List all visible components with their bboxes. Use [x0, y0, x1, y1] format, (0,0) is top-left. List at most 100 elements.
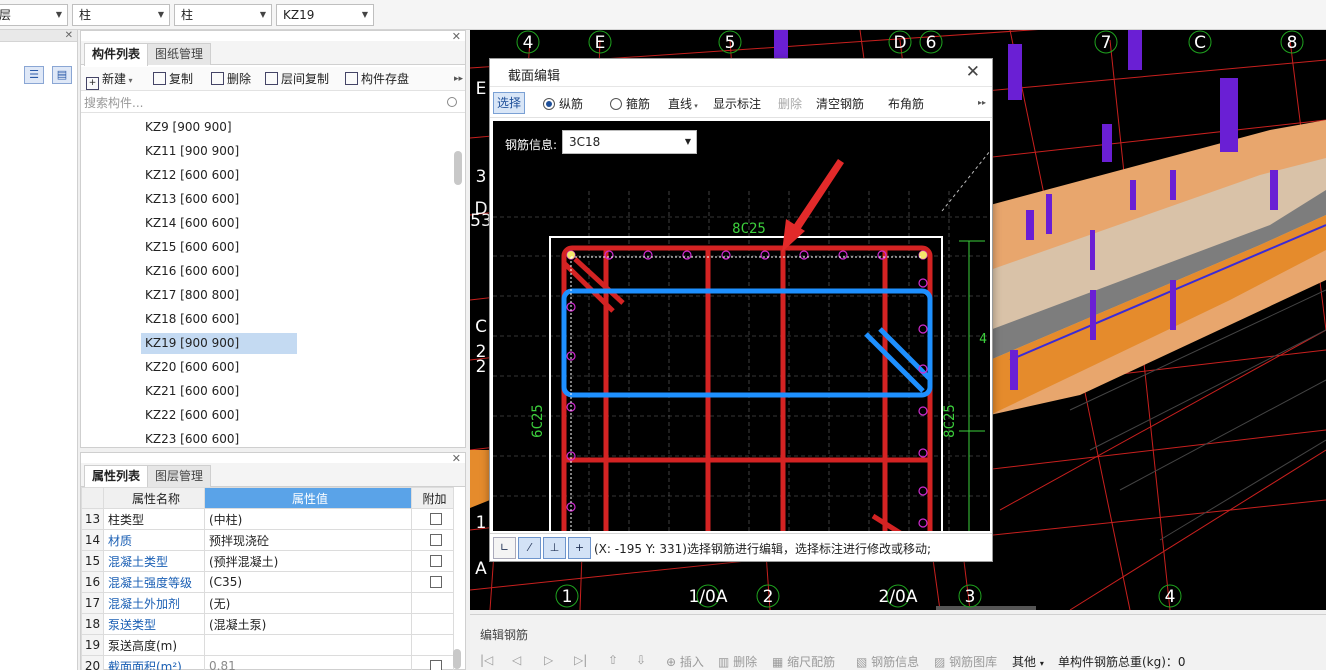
top-annotation[interactable]: 8C25 — [732, 221, 766, 237]
clear-rebar-button[interactable]: 清空钢筋 — [816, 95, 864, 112]
header-extra: 附加 — [411, 487, 454, 509]
component-list-item[interactable]: KZ16 [600 600] — [141, 261, 297, 282]
property-value[interactable]: (混凝土泵) — [204, 613, 412, 635]
tab-component-list[interactable]: 构件列表 — [84, 43, 149, 66]
property-row[interactable]: 15 混凝土类型 (预拌混凝土) — [81, 550, 454, 572]
edit-rebar-panel: 编辑钢筋 |◁ ◁ ▷ ▷| ⇧ ⇩ ⊕ 插入 ▥ 删除 ▦ 缩尺配筋 ▧ 钢筋… — [470, 614, 1326, 670]
perpendicular-icon[interactable]: ⊥ — [543, 537, 566, 559]
rebar-info-button[interactable]: ▧ 钢筋信息 — [856, 653, 919, 670]
tab-layer-management[interactable]: 图层管理 — [147, 465, 212, 487]
right-annotation[interactable]: 8C25 — [942, 404, 958, 438]
last-icon[interactable]: ▷| — [574, 653, 587, 667]
property-scrollbar[interactable] — [453, 649, 461, 669]
header-value: 属性值 — [204, 487, 412, 509]
polar-line-icon[interactable]: ⁄ — [518, 537, 541, 559]
prev-icon[interactable]: ◁ — [512, 653, 521, 667]
first-icon[interactable]: |◁ — [480, 653, 493, 667]
property-row[interactable]: 17 混凝土外加剂 (无) — [81, 592, 454, 614]
save-component-button[interactable]: 构件存盘 — [345, 70, 409, 88]
section-canvas[interactable]: 钢筋信息: 3C18 ▼ 8C25 6C25 8C25 4 — [493, 121, 990, 531]
component-list-item[interactable]: KZ9 [900 900] — [141, 117, 297, 138]
insert-button[interactable]: ⊕ 插入 — [666, 653, 704, 670]
close-icon[interactable]: ✕ — [65, 30, 73, 42]
orthogonal-icon[interactable]: ∟ — [493, 537, 516, 559]
more-icon[interactable]: ▸▸ — [454, 70, 463, 88]
bottom-axis-label: 1 — [562, 587, 573, 607]
wall-segment — [470, 450, 490, 508]
dialog-titlebar: 截面编辑 ✕ — [490, 59, 992, 87]
property-row-num: 19 — [81, 634, 104, 656]
component-tabs: 构件列表 图纸管理 — [81, 41, 465, 66]
tab-property-list[interactable]: 属性列表 — [84, 465, 149, 488]
detail-view-icon[interactable]: ▤ — [52, 66, 72, 84]
floor-combo[interactable]: 层 ▼ — [0, 4, 68, 26]
dialog-toolbar: 选择 纵筋 箍筋 直线 ▾ 显示标注 删除 清空钢筋 布角筋 ▸▸ — [490, 88, 992, 118]
property-row[interactable]: 18 泵送类型 (混凝土泵) — [81, 613, 454, 635]
delete-button[interactable]: 删除 — [211, 70, 251, 88]
line-dropdown[interactable]: 直线 ▾ — [668, 95, 698, 112]
property-row[interactable]: 13 柱类型 (中柱) — [81, 508, 454, 530]
property-row-num: 18 — [81, 613, 104, 635]
scale-rebar-button[interactable]: ▦ 缩尺配筋 — [772, 653, 835, 670]
corner-rebar-button[interactable]: 布角筋 — [888, 95, 924, 112]
component-list-item[interactable]: KZ18 [600 600] — [141, 309, 297, 330]
property-value[interactable]: (无) — [204, 592, 412, 614]
next-icon[interactable]: ▷ — [544, 653, 553, 667]
move-up-icon[interactable]: ⇧ — [608, 653, 618, 667]
delete-button[interactable]: 删除 — [778, 95, 802, 112]
show-annotation-button[interactable]: 显示标注 — [713, 95, 761, 112]
property-row[interactable]: 20 截面面积(m²) 0.81 — [81, 655, 454, 670]
tab-drawing-management[interactable]: 图纸管理 — [147, 43, 212, 65]
property-row[interactable]: 19 泵送高度(m) — [81, 634, 454, 656]
property-value[interactable]: 0.81 — [204, 655, 412, 670]
component-list-item[interactable]: KZ13 [600 600] — [141, 189, 297, 210]
property-value[interactable]: (预拌混凝土) — [204, 550, 412, 572]
property-name: 混凝土类型 — [103, 550, 205, 572]
search-icon — [447, 97, 457, 107]
checkbox[interactable] — [430, 513, 442, 525]
rebar-library-button[interactable]: ▨ 钢筋图库 — [934, 653, 997, 670]
longitudinal-radio[interactable]: 纵筋 — [543, 95, 583, 112]
property-value[interactable] — [204, 634, 412, 656]
move-down-icon[interactable]: ⇩ — [636, 653, 646, 667]
left-annotation[interactable]: 6C25 — [530, 404, 546, 438]
list-scrollbar[interactable] — [454, 151, 462, 185]
viewport-scrollbar[interactable] — [936, 606, 1036, 610]
layer-copy-button[interactable]: 层间复制 — [265, 70, 329, 88]
copy-button[interactable]: 复制 — [153, 70, 193, 88]
checkbox[interactable] — [430, 660, 442, 670]
component-list-item[interactable]: KZ17 [800 800] — [141, 285, 297, 306]
property-row[interactable]: 14 材质 预拌现浇砼 — [81, 529, 454, 551]
property-row[interactable]: 16 混凝土强度等级 (C35) — [81, 571, 454, 593]
checkbox[interactable] — [430, 534, 442, 546]
component-list-item[interactable]: KZ15 [600 600] — [141, 237, 297, 258]
component-list-item[interactable]: KZ11 [900 900] — [141, 141, 297, 162]
category-combo[interactable]: 柱 ▼ — [72, 4, 170, 26]
property-value[interactable]: (中柱) — [204, 508, 412, 530]
list-view-icon[interactable]: ☰ — [24, 66, 44, 84]
checkbox[interactable] — [430, 555, 442, 567]
component-list-item[interactable]: KZ20 [600 600] — [141, 357, 297, 378]
other-menu[interactable]: 其他 ▾ — [1012, 653, 1044, 670]
component-list-item[interactable]: KZ19 [900 900] — [141, 333, 297, 354]
component-list-item[interactable]: KZ21 [600 600] — [141, 381, 297, 402]
select-button[interactable]: 选择 — [493, 92, 526, 114]
delete-rebar-button[interactable]: ▥ 删除 — [718, 653, 757, 670]
component-list-item[interactable]: KZ14 [600 600] — [141, 213, 297, 234]
component-list-item[interactable]: KZ12 [600 600] — [141, 165, 297, 186]
snap-icon[interactable]: + — [568, 537, 591, 559]
property-row-num: 20 — [81, 655, 104, 670]
checkbox[interactable] — [430, 576, 442, 588]
new-button[interactable]: + 新建 ▾ — [86, 70, 133, 90]
component-list-item[interactable]: KZ22 [600 600] — [141, 405, 297, 426]
component-list-item[interactable]: KZ23 [600 600] — [141, 429, 297, 447]
stirrup-radio[interactable]: 箍筋 — [610, 95, 650, 112]
type-combo[interactable]: 柱 ▼ — [174, 4, 272, 26]
new-label: 新建 — [102, 72, 127, 86]
component-search-input[interactable]: 搜索构件... — [81, 93, 465, 113]
property-value[interactable]: 预拌现浇砼 — [204, 529, 412, 551]
property-value[interactable]: (C35) — [204, 571, 412, 593]
more-icon[interactable]: ▸▸ — [978, 98, 986, 107]
component-combo[interactable]: KZ19 ▼ — [276, 4, 374, 26]
close-icon[interactable]: ✕ — [966, 62, 980, 82]
